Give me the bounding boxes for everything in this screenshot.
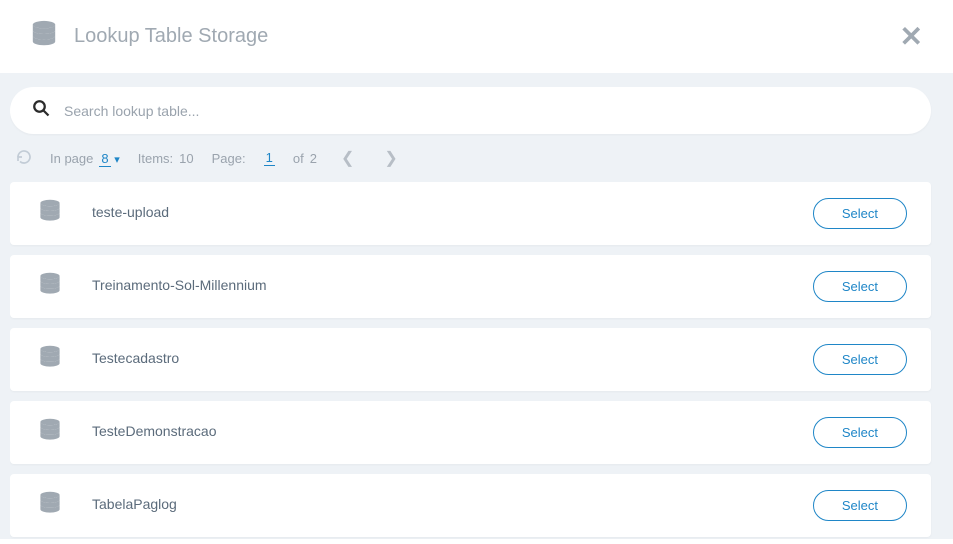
database-icon — [38, 345, 62, 374]
row-name: TesteDemonstracao — [92, 423, 217, 439]
close-icon[interactable]: ✕ — [900, 20, 923, 53]
table-row: TesteDemonstracao Select — [10, 401, 931, 464]
select-button[interactable]: Select — [813, 344, 907, 375]
prev-page-button[interactable]: ❮ — [335, 148, 360, 168]
select-button[interactable]: Select — [813, 417, 907, 448]
database-icon — [30, 20, 58, 53]
page-label: Page: — [212, 151, 246, 166]
database-icon — [38, 199, 62, 228]
page-title: Lookup Table Storage — [74, 25, 268, 48]
select-button[interactable]: Select — [813, 271, 907, 302]
database-icon — [38, 418, 62, 447]
table-row: Treinamento-Sol-Millennium Select — [10, 255, 931, 318]
page-current[interactable]: 1 — [264, 150, 275, 166]
page-of-label: of — [293, 151, 304, 166]
items-count: 10 — [179, 151, 193, 166]
page-total: 2 — [310, 151, 317, 166]
table-row: teste-upload Select — [10, 182, 931, 245]
row-name: Testecadastro — [92, 350, 179, 366]
per-page-dropdown[interactable]: 8 ▾ — [99, 151, 119, 166]
items-label: Items: — [138, 151, 173, 166]
database-icon — [38, 491, 62, 520]
search-container — [10, 87, 931, 134]
table-row: TabelaPaglog Select — [10, 474, 931, 537]
in-page-label: In page — [50, 151, 93, 166]
search-input[interactable] — [64, 103, 909, 119]
select-button[interactable]: Select — [813, 198, 907, 229]
modal-header: Lookup Table Storage ✕ — [0, 0, 953, 73]
row-name: TabelaPaglog — [92, 496, 177, 512]
database-icon — [38, 272, 62, 301]
refresh-button[interactable] — [16, 149, 32, 168]
table-row: Testecadastro Select — [10, 328, 931, 391]
next-page-button[interactable]: ❯ — [378, 148, 403, 168]
search-icon — [32, 99, 50, 122]
select-button[interactable]: Select — [813, 490, 907, 521]
per-page-value: 8 — [99, 151, 110, 167]
row-name: Treinamento-Sol-Millennium — [92, 277, 267, 293]
pagination-controls: In page 8 ▾ Items: 10 Page: 1 of 2 ❮ ❯ — [10, 134, 931, 182]
chevron-down-icon: ▾ — [114, 154, 120, 166]
row-name: teste-upload — [92, 204, 169, 220]
